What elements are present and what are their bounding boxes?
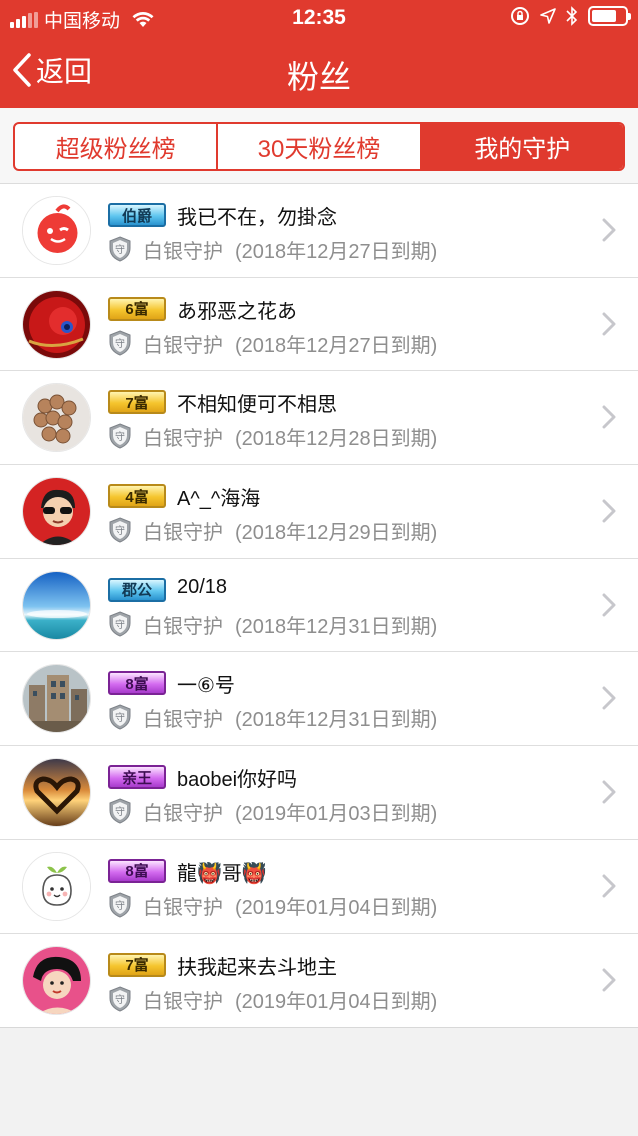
svg-text:守: 守 (115, 993, 125, 1006)
svg-text:守: 守 (115, 430, 125, 443)
expire-date: (2019年01月04日到期) (235, 896, 438, 919)
expire-date: (2018年12月31日到期) (235, 709, 438, 732)
nav-bar: 返回 粉丝 (0, 36, 638, 108)
shield-icon: 守 (109, 704, 131, 730)
shield-icon: 守 (109, 517, 131, 543)
svg-text:守: 守 (115, 337, 125, 350)
avatar (22, 477, 91, 547)
chevron-right-icon (602, 686, 616, 710)
back-button[interactable]: 返回 (12, 50, 92, 90)
location-icon (540, 8, 556, 24)
guard-level: 白银守护 (143, 896, 223, 919)
expire-date: (2019年01月04日到期) (235, 990, 438, 1013)
header: 中国移动 12:35 返回 粉丝 (0, 0, 638, 108)
chevron-right-icon (602, 218, 616, 242)
shield-icon: 守 (109, 798, 131, 824)
chevron-right-icon (602, 499, 616, 523)
tab-30-day-fans[interactable]: 30天粉丝榜 (218, 124, 422, 169)
fan-row[interactable]: 4富 A^_^海海守 白银守护 (2018年12月29日到期) (0, 465, 638, 559)
avatar (22, 945, 91, 1015)
fan-name: 扶我起来去斗地主 (177, 956, 337, 979)
rotation-lock-icon (511, 7, 529, 25)
expire-date: (2018年12月31日到期) (235, 615, 438, 638)
chevron-right-icon (602, 968, 616, 991)
shield-icon: 守 (109, 892, 131, 918)
shield-icon: 守 (109, 423, 131, 449)
rank-badge: 4富 (108, 484, 166, 509)
expire-date: (2018年12月29日到期) (235, 522, 438, 545)
chevron-right-icon (602, 312, 616, 336)
shield-icon: 守 (109, 985, 131, 1012)
tab-super-fans[interactable]: 超级粉丝榜 (15, 124, 219, 169)
rank-badge: 8富 (108, 671, 166, 696)
svg-text:守: 守 (115, 524, 125, 537)
rank-badge: 8富 (108, 858, 166, 883)
status-bar: 中国移动 12:35 (0, 0, 638, 36)
avatar (22, 758, 91, 828)
status-right (510, 6, 631, 26)
fan-row[interactable]: 7富 不相知便可不相思守 白银守护 (2018年12月28日到期) (0, 371, 638, 466)
guard-level: 白银守护 (143, 615, 223, 638)
svg-text:守: 守 (115, 805, 125, 818)
guard-level: 白银守护 (143, 990, 223, 1013)
svg-text:守: 守 (115, 899, 125, 912)
fan-row[interactable]: 郡公 20/18 守 白银守护 (2018年12月31日到期) (0, 559, 638, 653)
fan-row[interactable]: 8富 龍👹哥👹 守 白银守护 (2019年01月04日到期) (0, 840, 638, 934)
tab-my-guardians[interactable]: 我的守护 (421, 124, 623, 169)
fan-name: 不相知便可不相思 (177, 394, 337, 417)
rank-badge: 7富 (108, 952, 166, 977)
chevron-right-icon (602, 874, 616, 898)
avatar (22, 851, 91, 921)
fan-name: 我已不在，勿掛念 (177, 207, 337, 229)
expire-date: (2018年12月27日到期) (235, 334, 438, 357)
expire-date: (2018年12月27日到期) (235, 241, 438, 263)
fan-row[interactable]: 7富 扶我起来去斗地主守 白银守护 (2019年01月04日到期) (0, 934, 638, 1028)
svg-text:守: 守 (115, 243, 125, 256)
segmented-control: 超级粉丝榜 30天粉丝榜 我的守护 (13, 122, 625, 171)
page-title: 粉丝 (286, 59, 351, 95)
avatar (22, 196, 91, 265)
expire-date: (2019年01月03日到期) (235, 803, 438, 826)
rank-badge: 亲王 (108, 765, 166, 790)
avatar (22, 289, 91, 359)
chevron-right-icon (602, 405, 616, 429)
shield-icon: 守 (109, 330, 131, 356)
fan-row[interactable]: 伯爵 我已不在，勿掛念守 白银守护 (2018年12月27日到期) (0, 184, 638, 278)
tab-bar: 超级粉丝榜 30天粉丝榜 我的守护 (0, 108, 638, 184)
fan-name: 20/18 (177, 575, 228, 598)
rank-badge: 郡公 (108, 577, 166, 602)
guard-level: 白银守护 (143, 522, 223, 545)
expire-date: (2018年12月28日到期) (235, 428, 438, 451)
avatar (22, 570, 91, 640)
bluetooth-icon (566, 6, 578, 26)
chevron-right-icon (602, 780, 616, 804)
fan-name: 龍👹哥👹 (177, 862, 267, 885)
back-label: 返回 (36, 56, 93, 87)
fan-row[interactable]: 8富 一⑥号守 白银守护 (2018年12月31日到期) (0, 652, 638, 747)
fan-row[interactable]: 亲王 baobei你好吗守 白银守护 (2019年01月03日到期) (0, 746, 638, 840)
svg-text:守: 守 (115, 711, 125, 724)
rank-badge: 6富 (108, 296, 166, 321)
fan-row[interactable]: 6富 あ邪恶之花あ守 白银守护 (2018年12月27日到期) (0, 278, 638, 372)
rank-badge: 7富 (108, 390, 166, 415)
fan-name: 一⑥号 (177, 675, 235, 698)
guard-level: 白银守护 (143, 334, 223, 357)
guard-level: 白银守护 (143, 241, 223, 263)
guard-level: 白银守护 (143, 709, 223, 732)
shield-icon: 守 (109, 611, 131, 637)
chevron-left-icon (13, 53, 31, 87)
shield-icon: 守 (109, 236, 131, 262)
avatar (22, 383, 91, 453)
fan-name: あ邪恶之花あ (177, 300, 297, 323)
battery-icon (588, 6, 631, 26)
chevron-right-icon (602, 593, 616, 617)
avatar (22, 664, 91, 734)
guard-level: 白银守护 (143, 803, 223, 826)
guard-level: 白银守护 (143, 428, 223, 451)
fan-name: baobei你好吗 (177, 769, 298, 792)
rank-badge: 伯爵 (108, 203, 166, 227)
fan-name: A^_^海海 (177, 488, 261, 511)
fan-list: 伯爵 我已不在，勿掛念守白银守护 (2018年12月27日到期) 6富 あ邪恶之花あ守白… (0, 184, 638, 1029)
svg-text:守: 守 (115, 618, 125, 631)
